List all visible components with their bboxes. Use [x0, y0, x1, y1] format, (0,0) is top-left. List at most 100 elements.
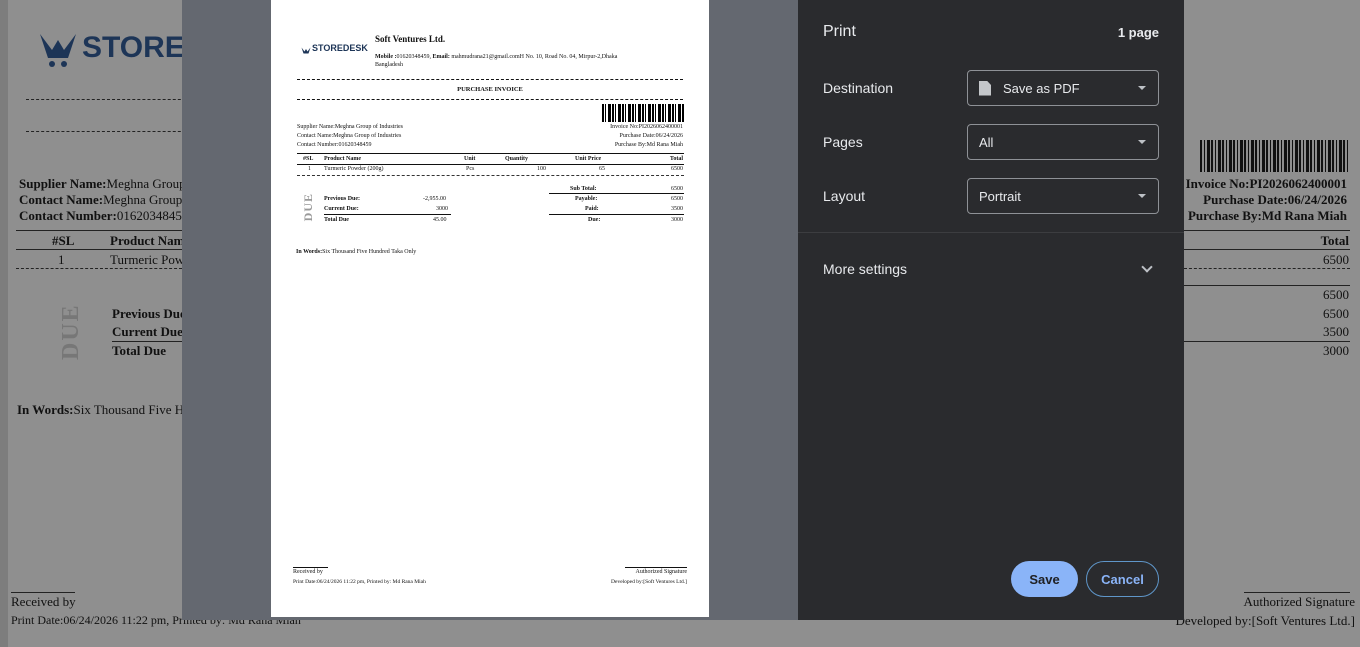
summary-value: 6500 [1323, 306, 1349, 321]
row-sl: 1 [58, 252, 65, 267]
received-by: Received by [293, 569, 323, 575]
print-date: Print Date:06/24/2026 11:22 pm, Printed … [293, 579, 426, 585]
table-top-line [297, 153, 684, 154]
invoice-no: Invoice No:PI2026062400001 [610, 124, 683, 130]
sub-total-value: 6500 [671, 186, 683, 192]
due-value: 3000 [671, 217, 683, 223]
in-words: In Words:Six Thousand Five Hundred Taka … [296, 249, 417, 255]
preview-logo: STOREDESK [301, 43, 368, 54]
pages-label: Pages [823, 134, 863, 150]
destination-label: Destination [823, 80, 894, 96]
row-product: Turmeric Pow [110, 252, 185, 267]
purchase-date: Purchase Date:06/24/2026 [1203, 192, 1347, 207]
table-cell: 1 [308, 166, 311, 172]
store-logo-icon [38, 28, 78, 68]
due-stamp: DUE [301, 193, 315, 222]
print-preview-area[interactable]: STOREDESK Soft Ventures Ltd. Mobile :016… [182, 0, 798, 620]
divider [26, 99, 196, 100]
divider [26, 131, 196, 132]
signature-line [1244, 592, 1350, 593]
table-row-line [297, 175, 684, 176]
chevron-down-icon[interactable] [1141, 261, 1153, 273]
summary-value: 3000 [1323, 343, 1349, 358]
layout-value: Portrait [979, 188, 1021, 204]
table-top-line [16, 230, 182, 231]
total-due-label: Total Due [112, 343, 167, 358]
layout-select[interactable]: Portrait [967, 178, 1159, 214]
current-due-label: Current Due [112, 324, 183, 339]
received-by: Received by [11, 594, 76, 609]
summary-line [549, 214, 684, 215]
table-header: Quantity [505, 156, 529, 162]
row-total: 6500 [1323, 252, 1349, 267]
previous-due-label: Previous Due [112, 306, 186, 321]
current-due-value: 3000 [436, 206, 448, 212]
table-row-line-right [1184, 268, 1350, 269]
summary-value: 6500 [1323, 287, 1349, 302]
developed-by: Developed by:[Soft Ventures Ltd.] [1175, 613, 1355, 628]
payable-label: Payable: [575, 196, 598, 202]
sub-total-label: Sub Total: [570, 186, 597, 192]
total-due-value: 45.00 [433, 217, 447, 223]
pages-value: All [979, 134, 994, 150]
received-line [11, 592, 75, 593]
invoice-no: Invoice No:PI2026062400001 [1185, 176, 1347, 191]
table-cell: Pcs [466, 166, 475, 172]
table-row-line [16, 268, 182, 269]
table-cell: 100 [537, 166, 546, 172]
cancel-button[interactable]: Cancel [1086, 561, 1159, 597]
dropdown-arrow-icon [1138, 194, 1146, 198]
summary-value: 3500 [1323, 324, 1349, 339]
more-settings-toggle[interactable]: More settings [823, 261, 907, 277]
company-address: Bangladesh [375, 62, 403, 68]
page-count: 1 page [1117, 25, 1159, 40]
company-name: Soft Ventures Ltd. [375, 34, 446, 44]
supplier-name: Supplier Name:Meghna Group [19, 176, 186, 191]
paid-label: Paid: [585, 206, 599, 212]
purchase-date: Purchase Date:06/24/2026 [619, 133, 684, 139]
col-total: Total [1320, 233, 1349, 248]
due-total-line [112, 341, 182, 342]
storedesk-logo-icon [301, 43, 311, 54]
print-dialog: STOREDESK Soft Ventures Ltd. Mobile :016… [182, 0, 1184, 620]
save-button[interactable]: Save [1011, 561, 1078, 597]
developed-by: Developed by:[Soft Ventures Ltd.] [611, 579, 687, 585]
barcode [602, 104, 684, 122]
divider [297, 99, 683, 100]
table-cell: Turmeric Powder (200g) [324, 166, 384, 172]
table-header: #SL [303, 156, 314, 162]
received-line [293, 567, 328, 568]
authorized-signature: Authorized Signature [635, 569, 688, 575]
supplier-name: Supplier Name:Meghna Group of Industries [297, 124, 403, 130]
dropdown-arrow-icon [1138, 86, 1146, 90]
table-top-line-right [1184, 230, 1350, 231]
pages-select[interactable]: All [967, 124, 1159, 160]
due-stamp: DUE [58, 303, 84, 360]
due-label: Due: [588, 217, 601, 223]
table-header-line [297, 164, 684, 165]
total-due-label: Total Due [324, 217, 349, 223]
table-header: Unit [464, 156, 476, 162]
print-settings-panel: Print 1 page Destination Save as PDF Pag… [798, 0, 1184, 620]
divider [297, 79, 683, 80]
summary-line [1184, 341, 1350, 342]
table-header: Product Name [324, 156, 362, 162]
contact-number: Contact Number:01620348459 [19, 208, 189, 223]
current-due-label: Current Due: [324, 206, 359, 212]
destination-select[interactable]: Save as PDF [967, 70, 1159, 106]
destination-value: Save as PDF [1003, 80, 1080, 96]
previous-due-value: -2,955.00 [423, 196, 446, 202]
table-header-line-right [1184, 249, 1350, 250]
layout-label: Layout [823, 188, 866, 204]
signature-line [625, 567, 687, 568]
settings-divider [798, 232, 1184, 233]
summary-top-line [1184, 285, 1350, 286]
purchase-by: Purchase By:Md Rana Miah [614, 142, 683, 148]
background-logo-text: STORE [82, 31, 185, 64]
table-cell: 65 [599, 166, 605, 172]
contact-name: Contact Name:Meghna Group [19, 192, 183, 207]
col-sl: #SL [52, 233, 75, 248]
document-icon [979, 80, 991, 96]
paid-value: 3500 [671, 206, 683, 212]
preview-page: STOREDESK Soft Ventures Ltd. Mobile :016… [271, 0, 709, 617]
